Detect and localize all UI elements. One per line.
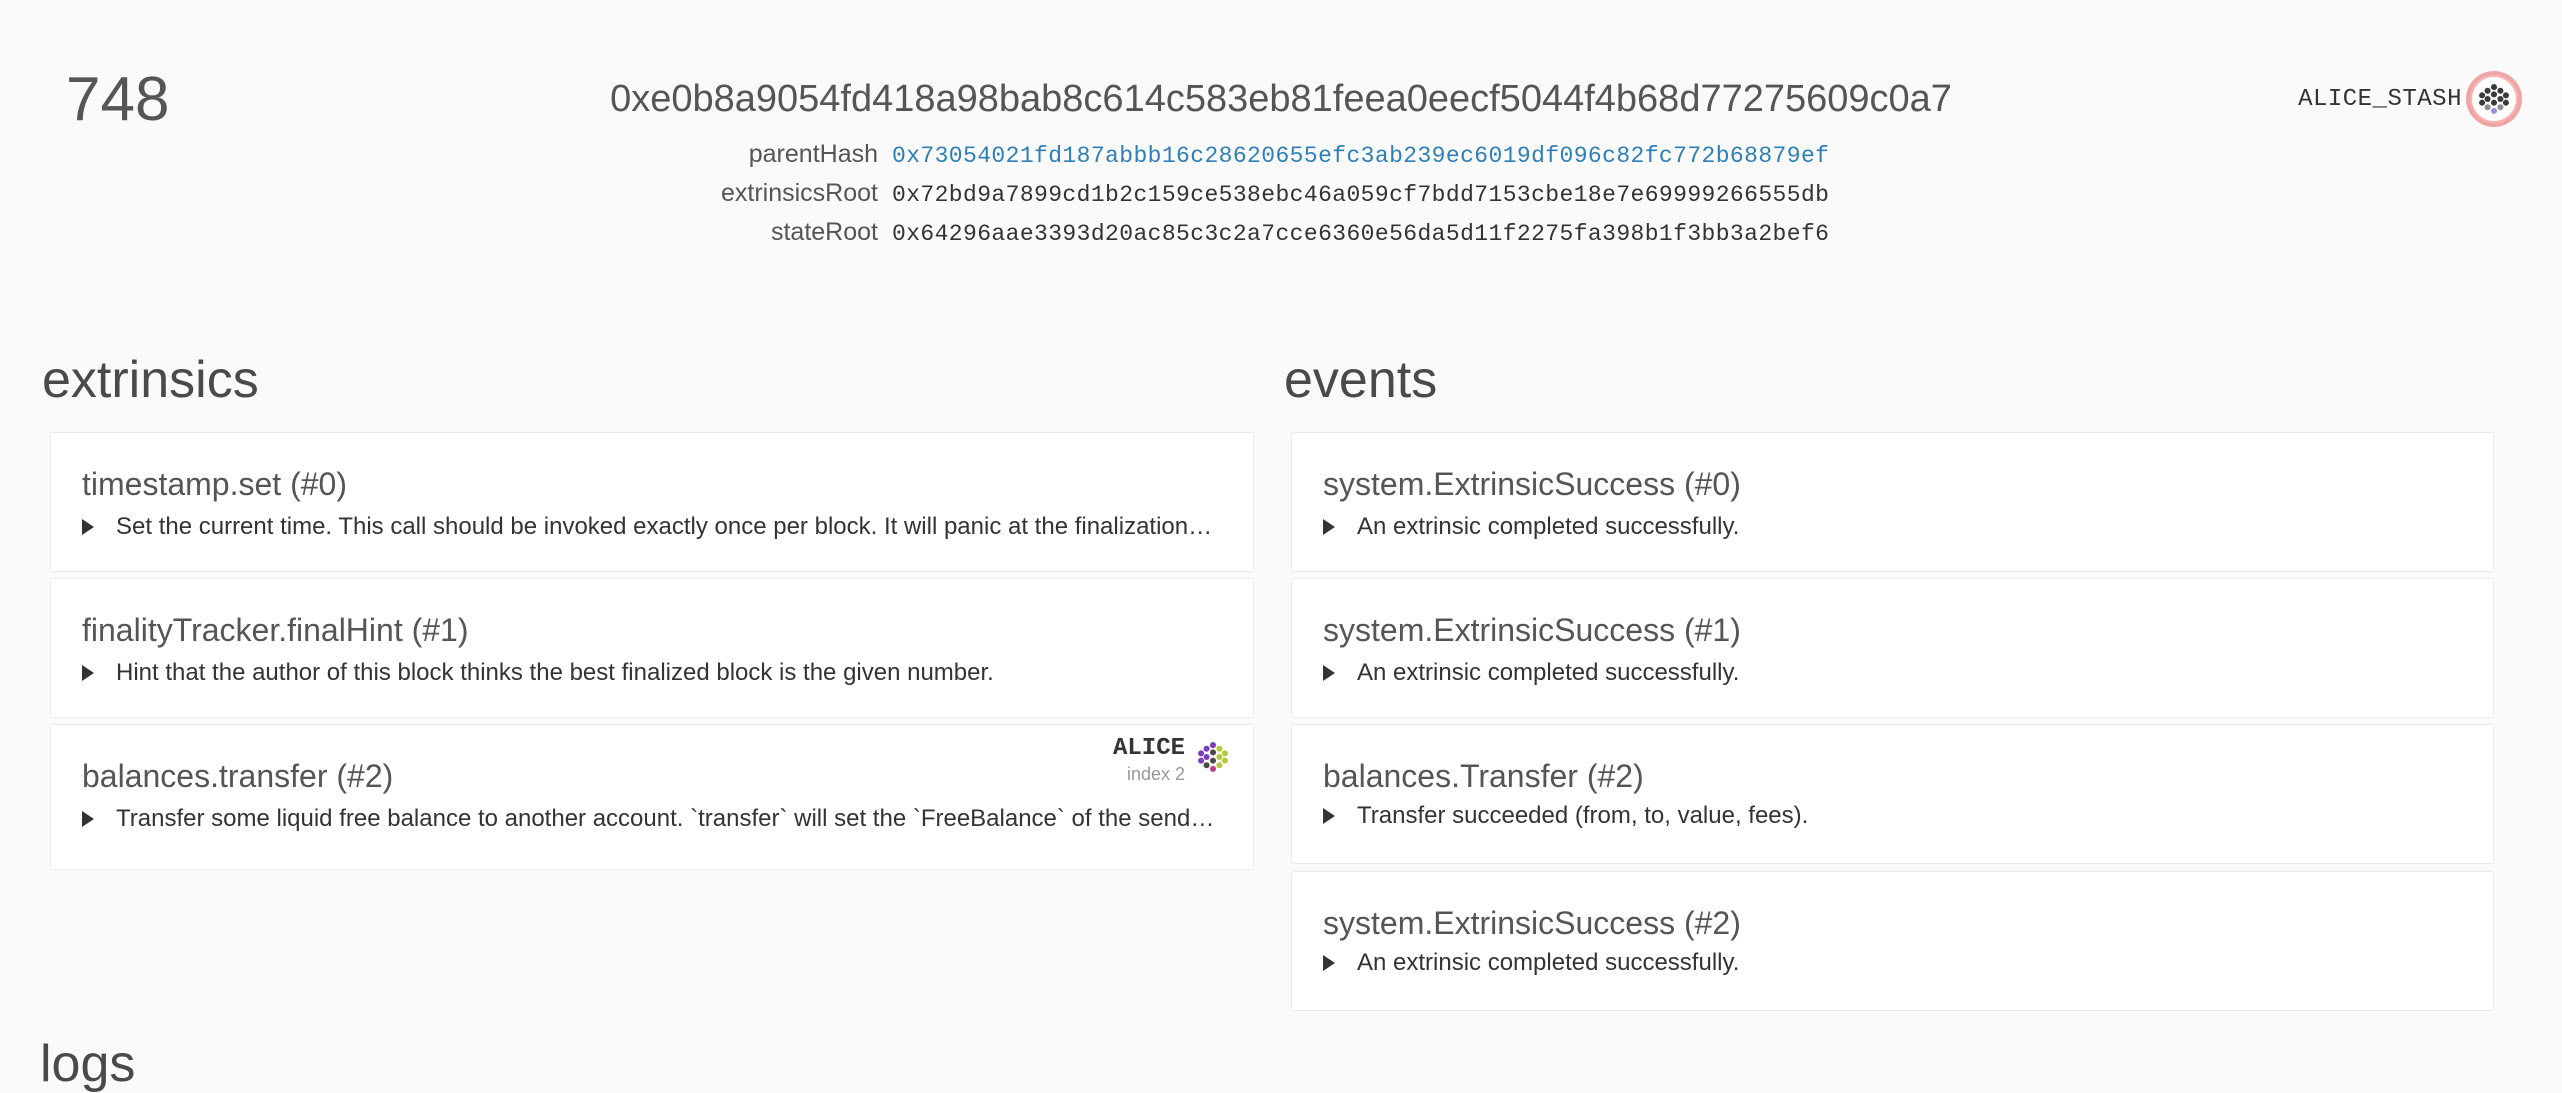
event-card: system.ExtrinsicSuccess (#2) An extrinsi… [1291, 871, 2494, 1011]
triangle-right-icon [1323, 665, 1335, 681]
event-card: system.ExtrinsicSuccess (#1) An extrinsi… [1291, 578, 2494, 718]
extrinsic-title: balances.transfer (#2) [82, 758, 394, 794]
triangle-right-icon [1323, 955, 1335, 971]
block-hashes: parentHash 0x73054021fd187abbb16c2862065… [0, 140, 2562, 257]
extrinsic-description-toggle[interactable]: Hint that the author of this block think… [82, 659, 1215, 687]
event-description: An extrinsic completed successfully. [1357, 949, 1740, 976]
logs-heading: logs [40, 1035, 136, 1093]
event-card: balances.Transfer (#2) Transfer succeede… [1291, 724, 2494, 864]
extrinsics-root-value: 0x72bd9a7899cd1b2c159ce538ebc46a059cf7bd… [892, 182, 1830, 208]
events-heading: events [1284, 351, 1438, 409]
triangle-right-icon [82, 519, 94, 535]
event-title: system.ExtrinsicSuccess (#0) [1323, 466, 1741, 502]
extrinsic-description-toggle[interactable]: Set the current time. This call should b… [82, 513, 1215, 541]
block-hash: 0xe0b8a9054fd418a98bab8c614c583eb81feea0… [610, 78, 1952, 120]
extrinsic-card: finalityTracker.finalHint (#1) Hint that… [50, 578, 1254, 718]
event-description-toggle[interactable]: Transfer succeeded (from, to, value, fee… [1323, 802, 2455, 830]
event-description: An extrinsic completed successfully. [1357, 513, 1740, 540]
extrinsic-description: Transfer some liquid free balance to ano… [116, 805, 1215, 832]
event-card: system.ExtrinsicSuccess (#0) An extrinsi… [1291, 432, 2494, 572]
event-title: system.ExtrinsicSuccess (#1) [1323, 612, 1741, 648]
signer-index: index 2 [1126, 764, 1185, 784]
state-root-row: stateRoot 0x64296aae3393d20ac85c3c2a7cce… [0, 218, 2562, 257]
event-description: Transfer succeeded (from, to, value, fee… [1357, 802, 1809, 829]
extrinsic-title: finalityTracker.finalHint (#1) [82, 612, 469, 648]
event-title: system.ExtrinsicSuccess (#2) [1323, 905, 1741, 941]
identicon-icon[interactable] [1191, 735, 1235, 779]
extrinsic-description-toggle[interactable]: Transfer some liquid free balance to ano… [82, 805, 1215, 833]
event-description-toggle[interactable]: An extrinsic completed successfully. [1323, 659, 2455, 687]
extrinsic-card: timestamp.set (#0) Set the current time.… [50, 432, 1254, 572]
event-description-toggle[interactable]: An extrinsic completed successfully. [1323, 949, 2455, 977]
event-description-toggle[interactable]: An extrinsic completed successfully. [1323, 513, 2455, 541]
triangle-right-icon [1323, 519, 1335, 535]
extrinsic-title: timestamp.set (#0) [82, 466, 347, 502]
signer-name: ALICE [1112, 735, 1185, 762]
state-root-label: stateRoot [770, 218, 878, 246]
extrinsic-description: Set the current time. This call should b… [116, 513, 1215, 540]
triangle-right-icon [82, 665, 94, 681]
identicon-icon[interactable] [2470, 75, 2518, 123]
event-description: An extrinsic completed successfully. [1357, 659, 1740, 686]
parent-hash-link[interactable]: 0x73054021fd187abbb16c28620655efc3ab239e… [892, 143, 1829, 169]
extrinsic-card: balances.transfer (#2) ALICE index 2 Tra… [50, 724, 1254, 870]
triangle-right-icon [82, 811, 94, 827]
state-root-value: 0x64296aae3393d20ac85c3c2a7cce6360e56da5… [892, 221, 1830, 247]
triangle-right-icon [1323, 808, 1335, 824]
block-author[interactable]: ALICE_STASH [2298, 75, 2518, 123]
parent-hash-row: parentHash 0x73054021fd187abbb16c2862065… [0, 140, 2562, 179]
event-title: balances.Transfer (#2) [1323, 758, 1644, 794]
extrinsic-description: Hint that the author of this block think… [116, 659, 994, 686]
extrinsic-signer[interactable]: ALICE index 2 [1113, 735, 1235, 785]
extrinsics-root-label: extrinsicsRoot [721, 179, 878, 207]
parent-hash-label: parentHash [748, 140, 878, 168]
extrinsics-heading: extrinsics [42, 351, 259, 409]
author-name: ALICE_STASH [2298, 85, 2462, 113]
extrinsics-root-row: extrinsicsRoot 0x72bd9a7899cd1b2c159ce53… [0, 179, 2562, 218]
